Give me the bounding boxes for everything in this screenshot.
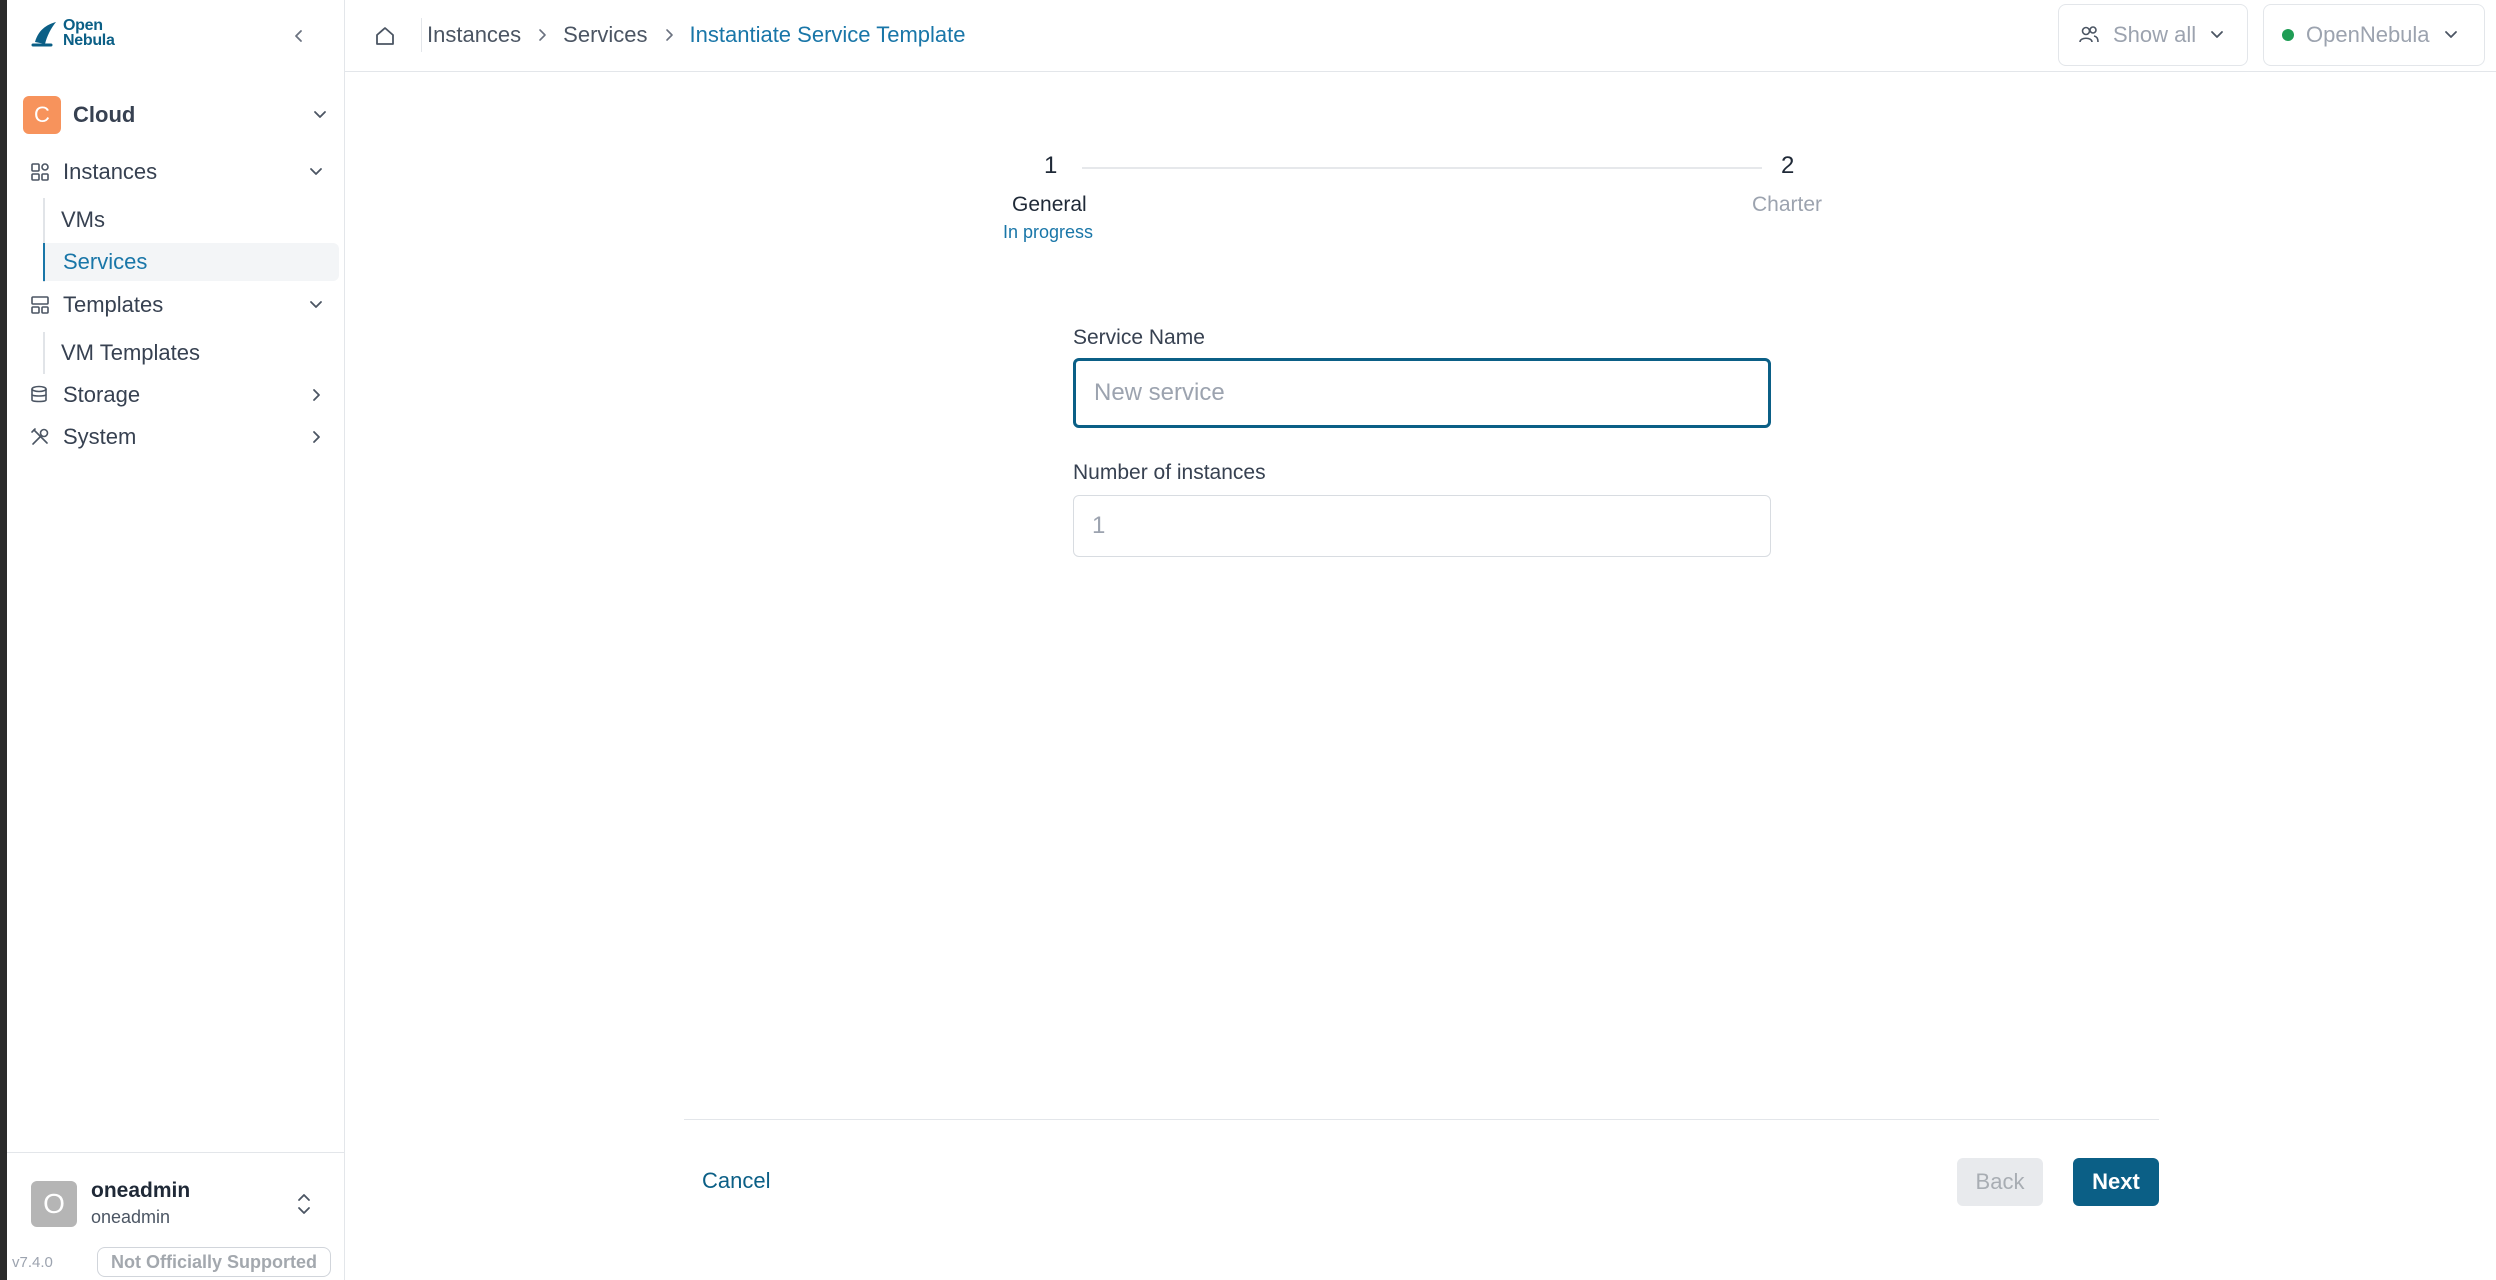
step-2-number: 2: [1781, 152, 1795, 179]
step-1-number: 1: [1044, 152, 1058, 179]
opennebula-logo-icon: [31, 22, 56, 47]
cancel-button[interactable]: Cancel: [688, 1159, 784, 1203]
chevron-down-icon: [310, 168, 322, 175]
service-name-input[interactable]: [1073, 358, 1771, 428]
next-button[interactable]: Next: [2073, 1158, 2159, 1206]
sidebar: Open Nebula C Cloud Instances VMs Servic…: [7, 0, 345, 1280]
logo-line1: Open: [63, 17, 103, 34]
tools-icon: [31, 428, 49, 445]
logo-text: Open Nebula: [63, 17, 115, 49]
avatar: O: [31, 1181, 77, 1227]
sidebar-item-label: Templates: [63, 292, 164, 317]
users-icon: [2079, 26, 2099, 43]
database-icon: [31, 385, 47, 403]
footer-divider: [684, 1119, 2159, 1120]
chevron-down-icon: [310, 301, 322, 308]
cloud-label: Cloud: [73, 102, 136, 127]
cloud-avatar: C: [23, 96, 61, 134]
home-icon: [376, 27, 394, 45]
step-2-title: Charter: [1752, 193, 1823, 216]
templates-icon: [31, 296, 49, 314]
logo-line2: Nebula: [63, 32, 115, 49]
sidebar-item-label: System: [63, 424, 137, 449]
chevron-right-icon: [313, 431, 320, 443]
collapse-sidebar-button[interactable]: [285, 22, 313, 50]
chevron-down-icon: [2211, 31, 2224, 38]
zone-select[interactable]: OpenNebula: [2263, 4, 2485, 66]
user-group: oneadmin: [91, 1207, 171, 1227]
sidebar-item-vms[interactable]: VMs: [43, 201, 339, 239]
instances-input[interactable]: [1073, 495, 1771, 557]
chevron-right-icon: [313, 389, 320, 401]
sidebar-item-system[interactable]: System: [29, 418, 333, 456]
breadcrumb: Instances Services Instantiate Service T…: [427, 22, 966, 48]
sidebar-item-services[interactable]: Services: [43, 243, 339, 281]
stepper-connector: [1082, 167, 1762, 169]
opennebula-logo[interactable]: Open Nebula: [31, 17, 115, 49]
zone-value: OpenNebula: [2306, 22, 2430, 47]
sidebar-item-storage[interactable]: Storage: [29, 376, 333, 414]
window-edge: [0, 0, 7, 1280]
step-1-title: General: [1012, 193, 1087, 216]
instances-label: Number of instances: [1073, 461, 1266, 484]
zone-status-dot: [2282, 29, 2294, 41]
chevron-down-icon: [2444, 31, 2457, 38]
header-divider: [421, 18, 422, 52]
breadcrumb-instances[interactable]: Instances: [427, 22, 521, 48]
sidebar-item-instances[interactable]: Instances: [29, 153, 333, 191]
back-button[interactable]: Back: [1957, 1158, 2043, 1206]
chevron-right-icon: [662, 28, 676, 42]
sidebar-item-templates[interactable]: Templates: [29, 286, 333, 324]
chevron-right-icon: [535, 28, 549, 42]
group-filter-value: Show all: [2113, 22, 2197, 47]
sidebar-item-label: Instances: [63, 159, 158, 184]
step-1-status: In progress: [1003, 222, 1094, 242]
support-badge: Not Officially Supported: [97, 1247, 331, 1277]
home-button[interactable]: [369, 20, 401, 52]
instances-grid-icon: [31, 163, 49, 181]
chevron-up-down-icon[interactable]: [295, 1189, 313, 1219]
cloud-selector[interactable]: C Cloud: [23, 94, 339, 136]
top-header: Instances Services Instantiate Service T…: [345, 0, 2496, 72]
sidebar-item-label: Storage: [63, 382, 141, 407]
service-name-label: Service Name: [1073, 326, 1205, 349]
chevron-down-icon: [314, 111, 326, 118]
breadcrumb-current: Instantiate Service Template: [689, 22, 966, 47]
sidebar-item-vm-templates[interactable]: VM Templates: [43, 334, 339, 372]
user-name: oneadmin: [91, 1179, 191, 1202]
breadcrumb-services[interactable]: Services: [563, 22, 647, 48]
group-filter-select[interactable]: Show all: [2058, 4, 2248, 66]
chevron-left-icon: [295, 30, 302, 42]
version-label: v7.4.0: [12, 1254, 53, 1271]
